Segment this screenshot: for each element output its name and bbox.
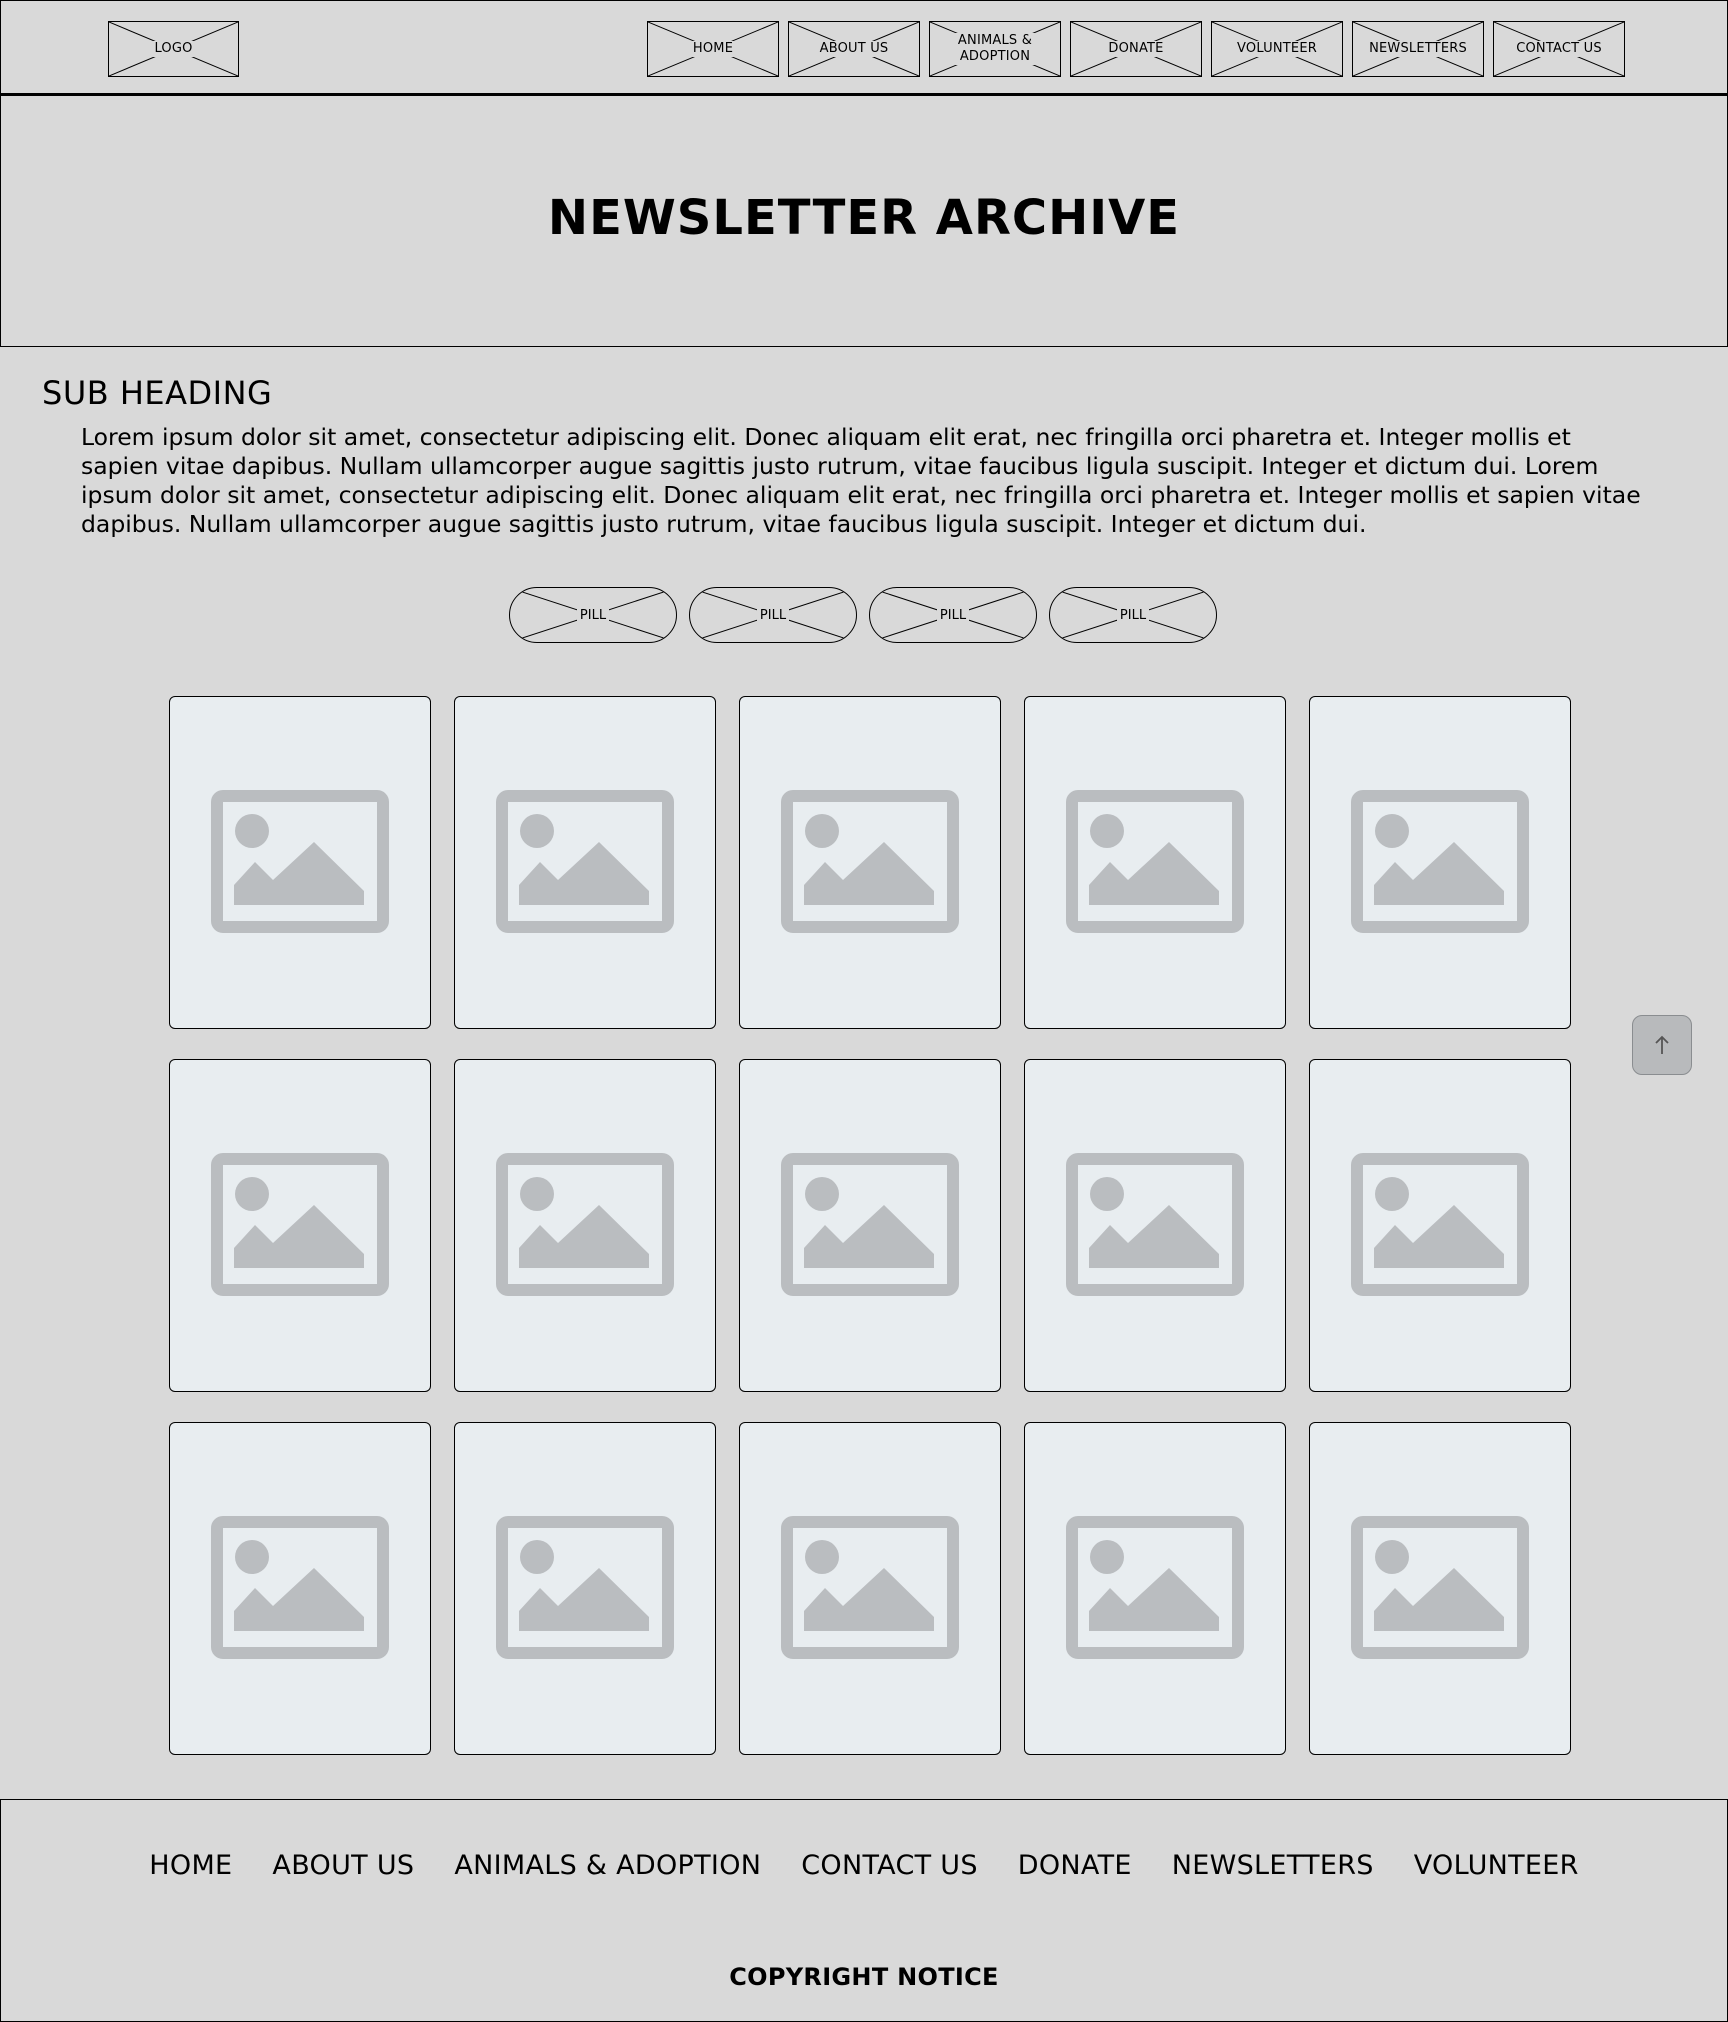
newsletter-card[interactable]: [1024, 1059, 1286, 1392]
newsletter-card[interactable]: [1309, 1422, 1571, 1755]
page-title: NEWSLETTER ARCHIVE: [547, 189, 1181, 246]
nav-label: VOLUNTEER: [1234, 41, 1320, 57]
newsletter-card[interactable]: [739, 696, 1001, 1029]
image-placeholder-icon: [1351, 1152, 1529, 1296]
image-placeholder-icon: [1351, 1515, 1529, 1659]
newsletter-card[interactable]: [454, 1422, 716, 1755]
image-placeholder-icon: [211, 789, 389, 933]
footer-link-donate[interactable]: DONATE: [1018, 1850, 1132, 1881]
nav-animals-adoption[interactable]: ANIMALS & ADOPTION: [929, 21, 1061, 77]
newsletter-card[interactable]: [1024, 1422, 1286, 1755]
intro-paragraph: Lorem ipsum dolor sit amet, consectetur …: [81, 423, 1641, 538]
newsletter-card[interactable]: [169, 1422, 431, 1755]
image-placeholder-icon: [781, 1152, 959, 1296]
nav-label: HOME: [689, 41, 737, 57]
image-placeholder-icon: [1066, 1515, 1244, 1659]
pill-label: PILL: [576, 607, 610, 623]
site-header: LOGO HOME ABOUT US ANIMALS & ADOPTION DO…: [0, 0, 1728, 96]
filter-pill[interactable]: PILL: [689, 587, 857, 643]
nav-label: DONATE: [1105, 41, 1167, 57]
filter-pill[interactable]: PILL: [1049, 587, 1217, 643]
hero-banner: NEWSLETTER ARCHIVE: [0, 96, 1728, 347]
footer-link-animals-adoption[interactable]: ANIMALS & ADOPTION: [454, 1850, 761, 1881]
copyright-notice: COPYRIGHT NOTICE: [729, 1963, 999, 1991]
newsletter-card[interactable]: [454, 1059, 716, 1392]
newsletter-card[interactable]: [1309, 696, 1571, 1029]
pill-label: PILL: [756, 607, 790, 623]
image-placeholder-icon: [496, 789, 674, 933]
logo[interactable]: LOGO: [108, 21, 239, 77]
footer-nav: HOME ABOUT US ANIMALS & ADOPTION CONTACT…: [1, 1850, 1727, 1881]
nav-volunteer[interactable]: VOLUNTEER: [1211, 21, 1343, 77]
newsletter-card[interactable]: [169, 696, 431, 1029]
footer-link-newsletters[interactable]: NEWSLETTERS: [1172, 1850, 1374, 1881]
image-placeholder-icon: [211, 1515, 389, 1659]
arrow-up-icon: [1655, 1035, 1669, 1054]
nav-label: NEWSLETTERS: [1366, 41, 1470, 57]
newsletter-card[interactable]: [1024, 696, 1286, 1029]
nav-label: CONTACT US: [1513, 41, 1605, 57]
image-placeholder-icon: [1351, 789, 1529, 933]
pill-label: PILL: [1116, 607, 1150, 623]
nav-home[interactable]: HOME: [647, 21, 779, 77]
nav-donate[interactable]: DONATE: [1070, 21, 1202, 77]
image-placeholder-icon: [211, 1152, 389, 1296]
logo-label: LOGO: [151, 41, 196, 57]
nav-contact-us[interactable]: CONTACT US: [1493, 21, 1625, 77]
site-footer: HOME ABOUT US ANIMALS & ADOPTION CONTACT…: [0, 1799, 1728, 2022]
image-placeholder-icon: [781, 1515, 959, 1659]
pill-label: PILL: [936, 607, 970, 623]
newsletter-card[interactable]: [169, 1059, 431, 1392]
image-placeholder-icon: [1066, 1152, 1244, 1296]
nav-newsletters[interactable]: NEWSLETTERS: [1352, 21, 1484, 77]
newsletter-card[interactable]: [1309, 1059, 1571, 1392]
filter-pill[interactable]: PILL: [869, 587, 1037, 643]
nav-label: ANIMALS & ADOPTION: [950, 33, 1040, 65]
image-placeholder-icon: [781, 789, 959, 933]
newsletter-card[interactable]: [739, 1059, 1001, 1392]
newsletter-card[interactable]: [454, 696, 716, 1029]
image-placeholder-icon: [496, 1515, 674, 1659]
nav-label: ABOUT US: [816, 41, 892, 57]
footer-link-home[interactable]: HOME: [149, 1850, 232, 1881]
nav-about-us[interactable]: ABOUT US: [788, 21, 920, 77]
back-to-top-button[interactable]: [1632, 1015, 1692, 1075]
newsletter-card[interactable]: [739, 1422, 1001, 1755]
image-placeholder-icon: [1066, 789, 1244, 933]
filter-pill[interactable]: PILL: [509, 587, 677, 643]
footer-link-volunteer[interactable]: VOLUNTEER: [1414, 1850, 1579, 1881]
sub-heading: SUB HEADING: [42, 374, 273, 412]
footer-link-contact-us[interactable]: CONTACT US: [801, 1850, 978, 1881]
footer-link-about-us[interactable]: ABOUT US: [272, 1850, 414, 1881]
image-placeholder-icon: [496, 1152, 674, 1296]
